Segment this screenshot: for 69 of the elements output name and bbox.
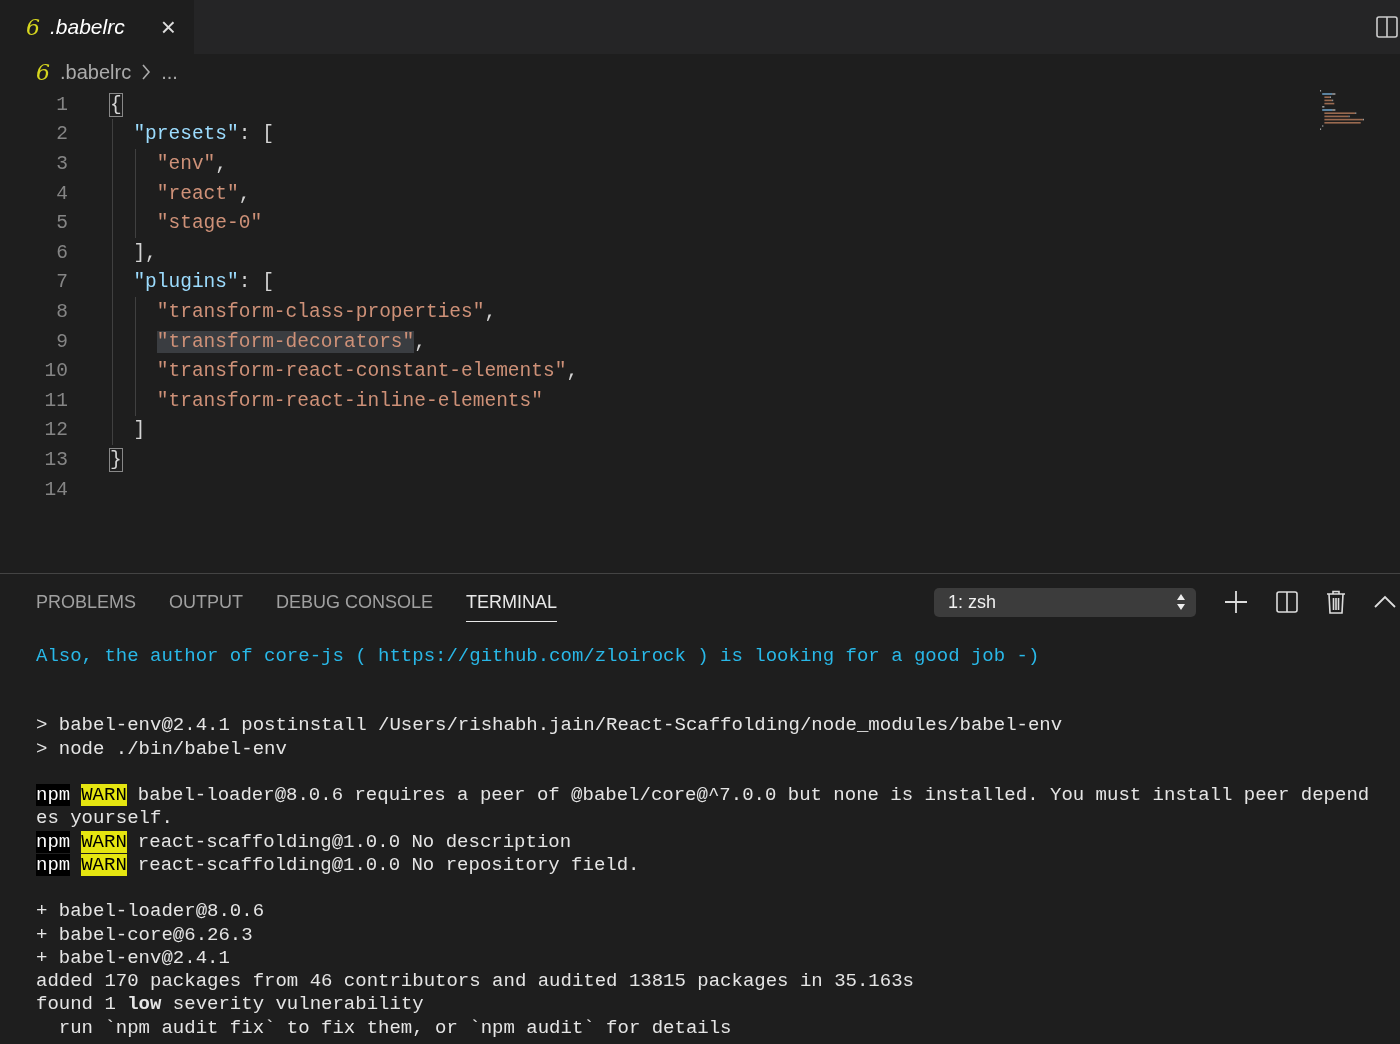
terminal-text: found 1 low severity vulnerability <box>36 993 424 1016</box>
line-number: 9 <box>55 330 69 353</box>
breadcrumb-item[interactable]: ... <box>161 60 178 84</box>
updown-icon <box>1176 593 1186 611</box>
warn-badge: WARN <box>81 853 127 876</box>
code-token: , <box>414 330 426 353</box>
code-token: , <box>484 300 497 323</box>
warn-badge: WARN <box>81 830 127 853</box>
line-number: 3 <box>55 153 69 175</box>
line-number: 13 <box>43 448 69 471</box>
npm-label: npm <box>36 830 71 853</box>
code-token: : [ <box>238 271 274 294</box>
terminal-text: + babel-core@6.26.3 <box>36 923 253 946</box>
warn-badge: WARN <box>81 784 127 807</box>
split-terminal-icon[interactable] <box>1276 591 1298 613</box>
code-token: "transform-decorators" <box>156 330 415 353</box>
code-token: "transform-react-inline-elements" <box>156 389 543 412</box>
code-token: "stage-0" <box>156 212 263 235</box>
terminal-text: > babel-env@2.4.1 postinstall /Users/rishabh.jain/React-Scaffolding/node_modules/babel-env <box>36 714 1063 737</box>
terminal-dropdown[interactable]: 1: zsh <box>934 587 1196 617</box>
split-editor-icon[interactable] <box>1376 16 1398 38</box>
terminal-text: added 170 packages from 46 contributors and audited 13815 packages in 35.163s <box>36 970 914 993</box>
terminal-text: babel-loader@8.0.6 requires a peer of @babel/core@^7.0.0 but none is installed. You must install peer depend <box>137 784 1370 807</box>
line-number: 14 <box>43 478 69 501</box>
npm-label: npm <box>36 853 71 876</box>
line-number: 12 <box>43 419 69 442</box>
line-number: 4 <box>55 182 69 205</box>
chevron-up-icon[interactable] <box>1374 595 1396 609</box>
line-number: 2 <box>55 123 69 146</box>
terminal-text: react-scaffolding@1.0.0 No repository field. <box>137 853 640 876</box>
npm-label: npm <box>36 784 71 807</box>
code-token: , <box>215 153 228 175</box>
matched-bracket: } <box>110 448 122 471</box>
panel-tab[interactable]: TERMINAL <box>466 582 558 622</box>
trash-icon[interactable] <box>1326 590 1346 614</box>
chevron-right-icon <box>141 63 152 81</box>
terminal-text: > node ./bin/babel-env <box>36 737 287 760</box>
terminal-text: react-scaffolding@1.0.0 No description <box>137 830 572 853</box>
code-token: "transform-react-constant-elements" <box>156 360 567 383</box>
panel-tab[interactable]: DEBUG CONSOLE <box>276 582 434 622</box>
code-token: "presets" <box>133 123 239 146</box>
code-token: "env" <box>156 153 216 175</box>
panel-tab[interactable]: PROBLEMS <box>36 582 137 622</box>
code-token: ], <box>133 241 157 264</box>
terminal-text: run `npm audit fix` to fix them, or `npm audit` for details <box>57 1016 732 1039</box>
line-number: 1 <box>55 93 69 116</box>
terminal-text: es yourself. <box>36 807 173 830</box>
line-number: 10 <box>43 360 69 383</box>
line-number: 7 <box>55 271 69 294</box>
code-token: "react" <box>156 182 239 205</box>
code-token: , <box>566 360 579 383</box>
line-number: 8 <box>55 300 69 323</box>
terminal-text: + babel-loader@8.0.6 <box>36 900 265 923</box>
code-token: , <box>238 182 251 205</box>
line-number: 5 <box>55 212 69 235</box>
editor-tab[interactable]: 6 .babelrc × <box>0 0 194 54</box>
panel-tab[interactable]: OUTPUT <box>169 582 244 622</box>
add-icon[interactable] <box>1224 590 1248 614</box>
code-token: "transform-class-properties" <box>156 300 485 323</box>
code-token: : [ <box>238 123 274 146</box>
file-type-icon: 6 <box>36 59 50 85</box>
line-number: 6 <box>55 241 69 264</box>
breadcrumb-item[interactable]: .babelrc <box>60 60 132 84</box>
line-number: 11 <box>43 389 69 412</box>
terminal-text: Also, the author of core-js ( https://github.com/zloirock ) is looking for a good job -) <box>36 644 1040 667</box>
code-token: ] <box>133 419 146 442</box>
terminal-text: + babel-env@2.4.1 <box>36 946 230 969</box>
code-token: "plugins" <box>133 271 239 294</box>
matched-bracket: { <box>110 93 122 116</box>
